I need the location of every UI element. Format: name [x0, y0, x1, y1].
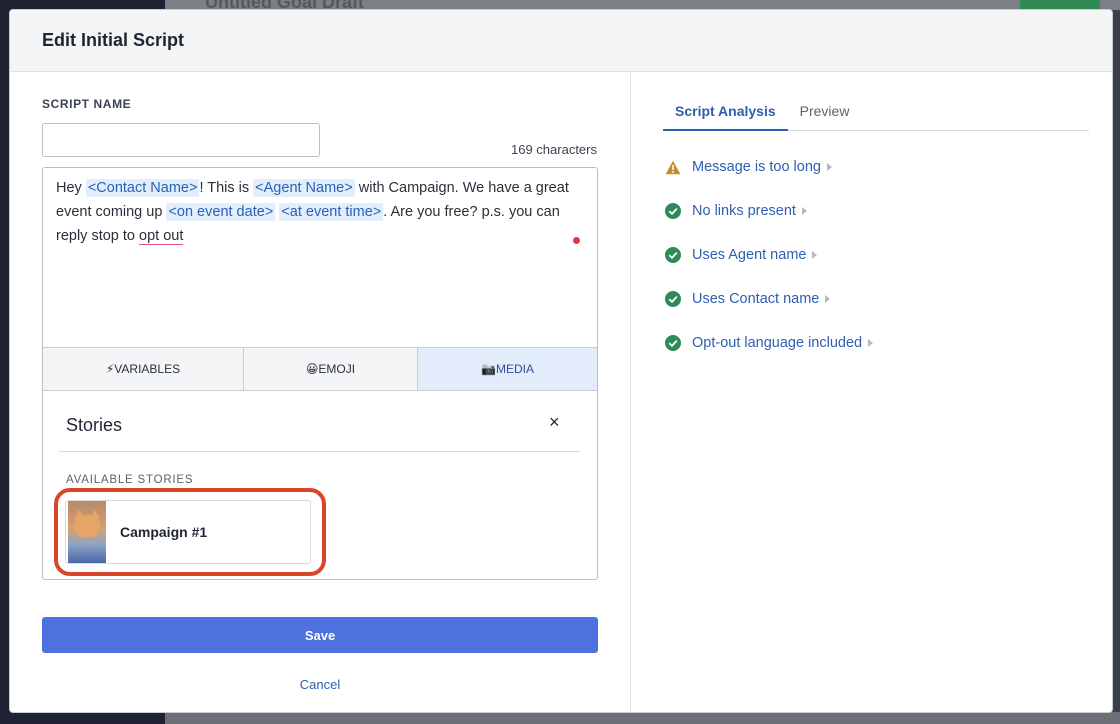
caret-right-icon — [826, 163, 832, 171]
story-thumbnail — [68, 501, 106, 563]
analysis-tabs: Script Analysis Preview — [663, 93, 1089, 131]
check-links[interactable]: No links present — [664, 189, 873, 233]
save-button[interactable]: Save — [42, 617, 598, 653]
edit-script-modal: Edit Initial Script SCRIPT NAME 169 char… — [9, 9, 1113, 713]
analysis-checks: Message is too long No links present Use… — [664, 145, 874, 365]
available-stories-label: AVAILABLE STORIES — [66, 474, 194, 486]
caret-right-icon — [868, 339, 874, 347]
check-label: Uses Contact name — [692, 291, 820, 307]
check-agent-name[interactable]: Uses Agent name — [664, 233, 873, 277]
script-text-segment: ! This is — [199, 180, 254, 196]
close-icon[interactable]: × — [549, 412, 560, 433]
check-circle-icon — [664, 291, 681, 308]
caret-right-icon — [801, 207, 807, 215]
tab-media[interactable]: 📷MEDIA — [418, 348, 597, 390]
modal-header: Edit Initial Script — [10, 10, 1112, 72]
check-circle-icon — [664, 335, 681, 352]
misspelled-word[interactable]: opt out — [139, 228, 184, 245]
character-count: 169 characters — [511, 142, 597, 157]
check-contact-name[interactable]: Uses Contact name — [664, 277, 873, 321]
check-circle-icon — [664, 247, 681, 264]
script-text-editor[interactable]: Hey <Contact Name>! This is <Agent Name>… — [42, 167, 598, 580]
variable-tag-event-date[interactable]: <on event date> — [166, 203, 276, 221]
check-message-length[interactable]: Message is too long — [664, 145, 873, 189]
script-name-input[interactable] — [42, 123, 320, 157]
caret-right-icon — [825, 295, 831, 303]
unsaved-indicator-dot — [573, 237, 580, 244]
tab-variables[interactable]: ⚡VARIABLES — [43, 348, 244, 390]
script-name-label: SCRIPT NAME — [42, 97, 132, 111]
variable-tag-agent-name[interactable]: <Agent Name> — [253, 179, 355, 197]
story-name: Campaign #1 — [120, 524, 208, 540]
script-text-segment: Hey — [56, 180, 86, 196]
check-label: Opt-out language included — [692, 335, 863, 351]
check-label: Uses Agent name — [692, 247, 807, 263]
cancel-link[interactable]: Cancel — [10, 677, 630, 692]
script-text[interactable]: Hey <Contact Name>! This is <Agent Name>… — [56, 176, 576, 248]
check-label: Message is too long — [692, 159, 821, 175]
script-editor-panel: SCRIPT NAME 169 characters Hey <Contact … — [10, 73, 631, 712]
stories-title: Stories — [66, 415, 123, 435]
caret-right-icon — [812, 251, 818, 259]
tab-preview[interactable]: Preview — [788, 93, 862, 131]
modal-title: Edit Initial Script — [42, 30, 185, 50]
stories-divider — [59, 451, 580, 452]
variable-tag-event-time[interactable]: <at event time> — [279, 203, 384, 221]
editor-insert-tabs: ⚡VARIABLES 😀EMOJI 📷MEDIA — [43, 347, 597, 391]
tab-script-analysis[interactable]: Script Analysis — [663, 93, 788, 131]
check-label: No links present — [692, 203, 796, 219]
background-footer — [165, 712, 1120, 724]
story-card[interactable]: Campaign #1 — [65, 500, 311, 564]
script-analysis-panel: Script Analysis Preview Message is too l… — [632, 73, 1112, 712]
tab-emoji[interactable]: 😀EMOJI — [244, 348, 418, 390]
variable-tag-contact-name[interactable]: <Contact Name> — [85, 179, 200, 197]
check-circle-icon — [664, 203, 681, 220]
check-opt-out[interactable]: Opt-out language included — [664, 321, 874, 365]
warning-icon — [664, 159, 681, 176]
